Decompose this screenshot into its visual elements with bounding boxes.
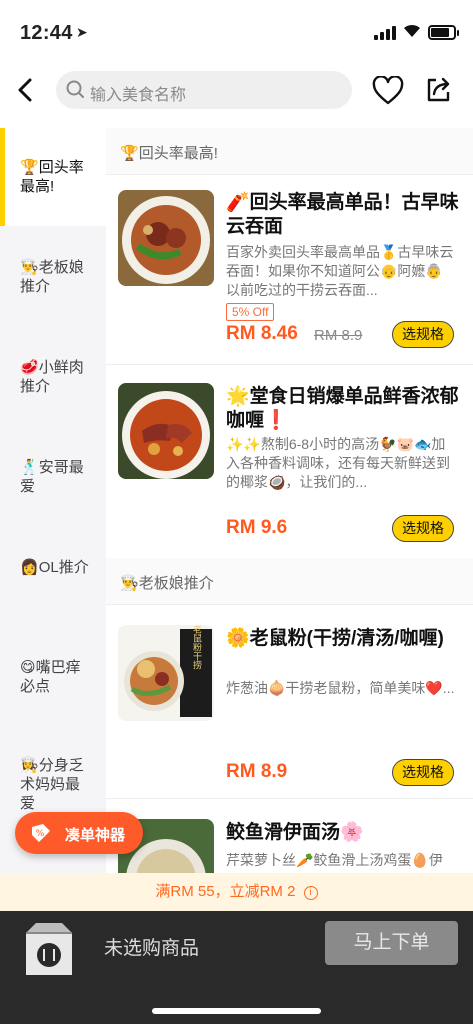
menu-list: 🏆回头率最高! 🧨回头率最高单品！古早味云吞面 百家外卖回头率最高单品🥇古早味云… (106, 128, 473, 873)
svg-text:%: % (36, 829, 45, 839)
cart-box-icon[interactable] (20, 919, 78, 985)
search-input[interactable]: 输入美食名称 (56, 71, 352, 109)
sidebar-item-top-rated[interactable]: 🏆回头率最高! (0, 128, 106, 226)
search-placeholder: 输入美食名称 (90, 87, 187, 104)
promo-banner[interactable]: 满RM 55，立减RM 2 i (0, 873, 473, 911)
cart-helper-button[interactable]: % 凑单神器 (15, 812, 143, 854)
dish-price: RM 9.6 (226, 517, 288, 538)
sidebar-item-busy-mom[interactable]: 👩‍🍳分身乏术妈妈最爱 (0, 756, 106, 813)
dish-description: 炸葱油🧅干捞老鼠粉，简单美味❤️... (226, 680, 455, 696)
dish-image (118, 190, 214, 286)
dancer-icon: 🕺 (20, 459, 39, 476)
woman-icon: 👩 (20, 559, 39, 576)
chevron-left-icon (18, 78, 32, 102)
place-order-button[interactable]: 马上下单 (325, 921, 458, 965)
back-button[interactable] (12, 72, 40, 108)
category-sidebar: 🏆回头率最高! 👨‍🍳老板娘推介 🥩小鲜肉推介 🕺安哥最爱 👩OL推介 😋嘴巴痒… (0, 128, 106, 873)
sidebar-item-snack[interactable]: 😋嘴巴痒必点 (0, 658, 106, 696)
wifi-icon (402, 22, 422, 43)
share-icon[interactable] (424, 76, 452, 104)
trophy-icon: 🏆 (20, 159, 39, 176)
sidebar-item-fresh-meat[interactable]: 🥩小鲜肉推介 (0, 358, 106, 396)
dish-name: 🧨回头率最高单品！古早味云吞面 (226, 192, 459, 237)
dish-card[interactable]: 鲛鱼滑伊面汤🌸 芹菜萝卜丝🥕鲛鱼滑上汤鸡蛋🥚伊面 (106, 798, 473, 873)
sidebar-item-boss-recommend[interactable]: 👨‍🍳老板娘推介 (0, 258, 106, 296)
select-spec-button[interactable]: 选规格 (392, 759, 454, 786)
dish-image-text: 老鼠粉干捞 (191, 625, 202, 670)
cart-helper-label: 凑单神器 (65, 827, 126, 844)
chef-icon: 👨‍🍳 (20, 259, 39, 276)
section-title: 老板娘推介 (138, 575, 214, 592)
cart-empty-text: 未选购商品 (104, 938, 200, 959)
discount-badge: 5% Off (226, 303, 275, 321)
top-nav: 输入美食名称 (0, 60, 473, 124)
info-icon[interactable]: i (303, 886, 318, 900)
dish-name: 鲛鱼滑伊面汤🌸 (226, 822, 364, 843)
cook-icon: 👩‍🍳 (20, 757, 39, 774)
yum-face-icon: 😋 (20, 659, 36, 676)
checkout-bar: 未选购商品 马上下单 (0, 911, 473, 1024)
battery-icon (428, 25, 459, 40)
select-spec-button[interactable]: 选规格 (392, 321, 454, 348)
search-icon (66, 80, 84, 98)
chef-icon: 👨‍🍳 (120, 575, 139, 592)
dish-price: RM 8.9 (226, 761, 288, 782)
signal-icon (374, 26, 396, 40)
sidebar-item-ange-favorite[interactable]: 🕺安哥最爱 (0, 458, 106, 496)
dish-card[interactable]: 🧨回头率最高单品！古早味云吞面 百家外卖回头率最高单品🥇古早味云吞面！如果你不知… (106, 174, 473, 364)
sidebar-item-label: OL推介 (38, 559, 89, 576)
dish-name: 🌟堂食日销爆单品鲜香浓郁咖喱❗ (226, 386, 459, 431)
discount-tag-icon: % (32, 824, 50, 842)
section-header: 👨‍🍳老板娘推介 (106, 558, 473, 604)
section-header: 🏆回头率最高! (106, 128, 473, 174)
dish-image: 老鼠粉干捞 (118, 625, 214, 721)
dish-card[interactable]: 🌟堂食日销爆单品鲜香浓郁咖喱❗ ✨✨熬制6-8小时的高汤🐓🐷🐟加入各种香料调味，… (106, 364, 473, 558)
status-time: 12:44 (20, 22, 73, 44)
section-title: 回头率最高! (138, 145, 218, 162)
favorite-heart-icon[interactable] (372, 76, 404, 106)
trophy-icon: 🏆 (120, 145, 139, 162)
location-arrow-icon: ➤ (76, 24, 88, 40)
promo-text: 满RM 55，立减RM 2 (155, 883, 296, 900)
home-indicator (152, 1008, 321, 1014)
dish-description: 芹菜萝卜丝🥕鲛鱼滑上汤鸡蛋🥚伊面 (226, 852, 443, 873)
dish-image (118, 383, 214, 479)
dish-name: 🌼老鼠粉(干捞/清汤/咖喱) (226, 628, 444, 649)
dish-description: ✨✨熬制6-8小时的高汤🐓🐷🐟加入各种香料调味，还有每天新鲜送到的椰浆🥥，让我们… (226, 436, 450, 490)
status-bar: 12:44 ➤ (0, 0, 473, 60)
sidebar-item-ol[interactable]: 👩OL推介 (0, 558, 106, 577)
select-spec-button[interactable]: 选规格 (392, 515, 454, 542)
dish-card[interactable]: 老鼠粉干捞 🌼老鼠粉(干捞/清汤/咖喱) 炸葱油🧅干捞老鼠粉，简单美味❤️...… (106, 604, 473, 798)
dish-price: RM 8.46 (226, 323, 298, 344)
dish-old-price: RM 8.9 (314, 327, 363, 344)
meat-icon: 🥩 (20, 359, 39, 376)
dish-description: 百家外卖回头率最高单品🥇古早味云吞面！如果你不知道阿公👴阿嬷👵以前吃过的干捞云吞… (226, 244, 454, 298)
